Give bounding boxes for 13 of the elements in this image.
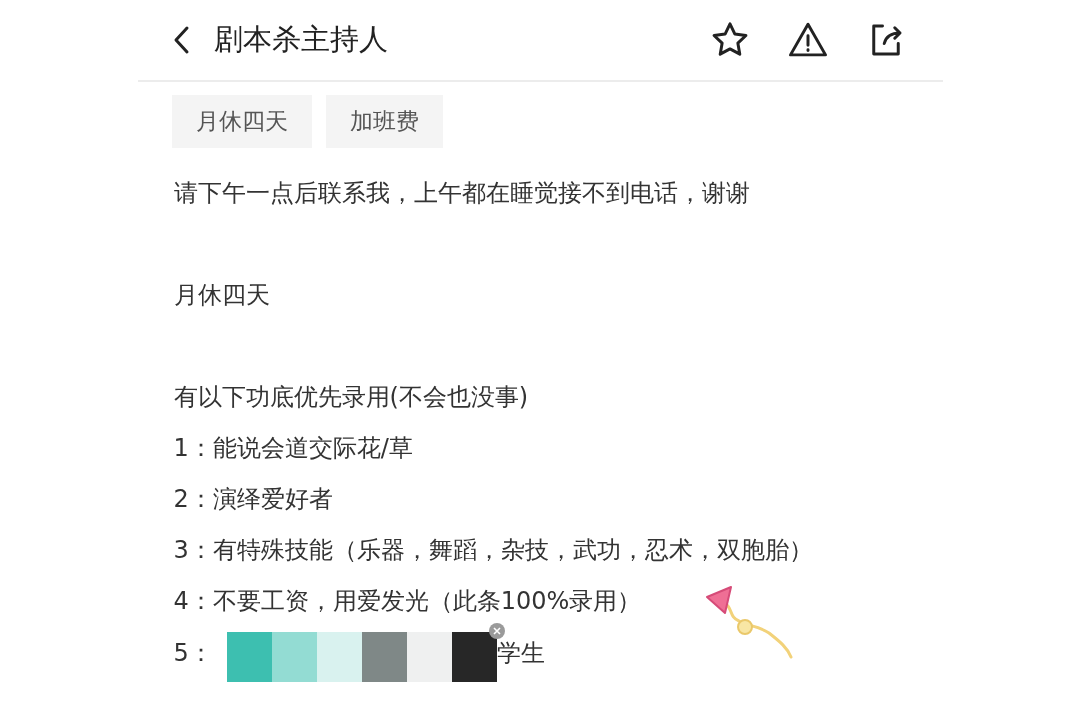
close-icon[interactable] (488, 622, 505, 639)
tag: 月休四天 (171, 95, 312, 148)
text-line: 有以下功底优先录用(不会也没事) (173, 382, 529, 413)
text-line: 5： (173, 637, 213, 669)
text-line: 请下午一点后联系我，上午都在睡觉接不到电话，谢谢 (173, 178, 750, 209)
text-line: 4：不要工资，用爱发光（此条100%录用） (173, 586, 642, 617)
text-line: 1：能说会道交际花/草 (173, 433, 413, 464)
page-title: 剧本杀主持人 (213, 21, 389, 58)
text-line: 3：有特殊技能（乐器，舞蹈，杂技，武功，忍术，双胞胎） (173, 535, 813, 566)
tag: 加班费 (325, 95, 443, 148)
text-line: 学生 (496, 637, 545, 669)
text-line: 月休四天 (173, 280, 270, 311)
text-line: 2：演绎爱好者 (173, 484, 333, 515)
